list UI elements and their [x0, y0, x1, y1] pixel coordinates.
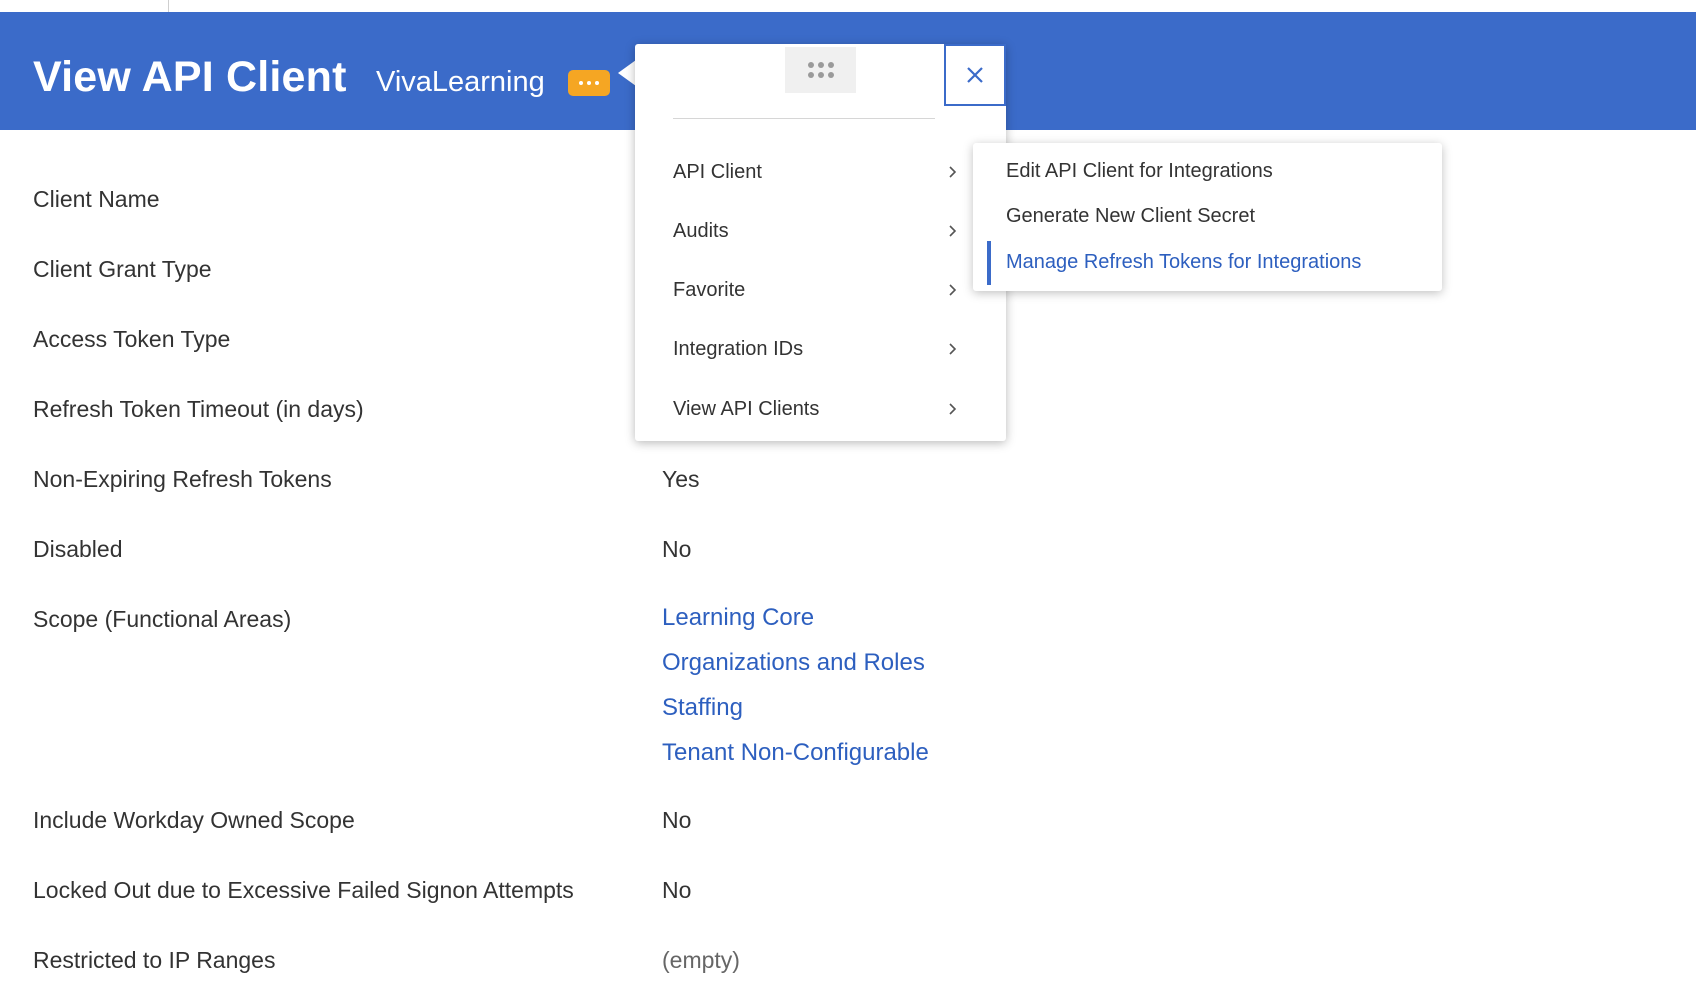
submenu-item-edit-api-client[interactable]: Edit API Client for Integrations	[1006, 160, 1273, 183]
scope-links: Learning Core Organizations and Roles St…	[662, 595, 929, 775]
field-label: Refresh Token Timeout (in days)	[33, 396, 364, 422]
field-label: Include Workday Owned Scope	[33, 807, 355, 833]
ellipsis-icon-dot	[595, 81, 599, 85]
menu-item-api-client[interactable]: API Client	[673, 152, 963, 192]
chevron-right-icon	[949, 225, 957, 237]
field-label: Non-Expiring Refresh Tokens	[33, 466, 332, 492]
close-button[interactable]	[944, 44, 1006, 106]
field-value: No	[662, 536, 692, 562]
close-icon	[967, 67, 983, 83]
ellipsis-icon-dot	[579, 81, 583, 85]
menu-item-audits[interactable]: Audits	[673, 211, 963, 251]
menu-item-integration-ids[interactable]: Integration IDs	[673, 329, 963, 369]
submenu-item-manage-refresh-tokens[interactable]: Manage Refresh Tokens for Integrations	[1006, 251, 1361, 274]
menu-item-favorite[interactable]: Favorite	[673, 270, 963, 310]
menu-item-label: Favorite	[673, 278, 746, 301]
top-strip-divider	[168, 0, 169, 12]
field-label: Access Token Type	[33, 326, 231, 352]
drag-dots-icon[interactable]	[785, 47, 856, 93]
field-label: Scope (Functional Areas)	[33, 606, 292, 632]
scope-link-tenant-non-configurable[interactable]: Tenant Non-Configurable	[662, 730, 929, 775]
field-value: Yes	[662, 466, 700, 492]
menu-item-label: View API Clients	[673, 397, 820, 420]
page-title: View API Client	[33, 53, 347, 101]
menu-item-label: Integration IDs	[673, 337, 804, 360]
top-strip	[0, 0, 1696, 12]
chevron-right-icon	[949, 403, 957, 415]
field-label: Client Grant Type	[33, 256, 212, 282]
ellipsis-icon-dot	[587, 81, 591, 85]
scope-link-learning-core[interactable]: Learning Core	[662, 595, 929, 640]
field-label: Disabled	[33, 536, 123, 562]
scope-link-organizations-and-roles[interactable]: Organizations and Roles	[662, 640, 929, 685]
field-value: No	[662, 877, 692, 903]
popup-divider	[673, 118, 935, 119]
field-label: Locked Out due to Excessive Failed Signo…	[33, 877, 574, 903]
chevron-right-icon	[949, 284, 957, 296]
field-value: (empty)	[662, 947, 740, 973]
menu-item-view-api-clients[interactable]: View API Clients	[673, 389, 963, 429]
related-actions-button[interactable]	[568, 70, 610, 96]
field-label: Client Name	[33, 186, 160, 212]
menu-item-label: Audits	[673, 219, 729, 242]
field-value: No	[662, 807, 692, 833]
page-subtitle: VivaLearning	[376, 66, 545, 98]
field-label: Restricted to IP Ranges	[33, 947, 276, 973]
popup-pointer	[618, 60, 636, 86]
scope-link-staffing[interactable]: Staffing	[662, 685, 929, 730]
chevron-right-icon	[949, 343, 957, 355]
submenu-item-generate-client-secret[interactable]: Generate New Client Secret	[1006, 205, 1255, 228]
menu-item-label: API Client	[673, 160, 762, 183]
chevron-right-icon	[949, 166, 957, 178]
api-client-submenu: Edit API Client for Integrations Generat…	[973, 143, 1442, 291]
active-indicator	[987, 241, 991, 285]
